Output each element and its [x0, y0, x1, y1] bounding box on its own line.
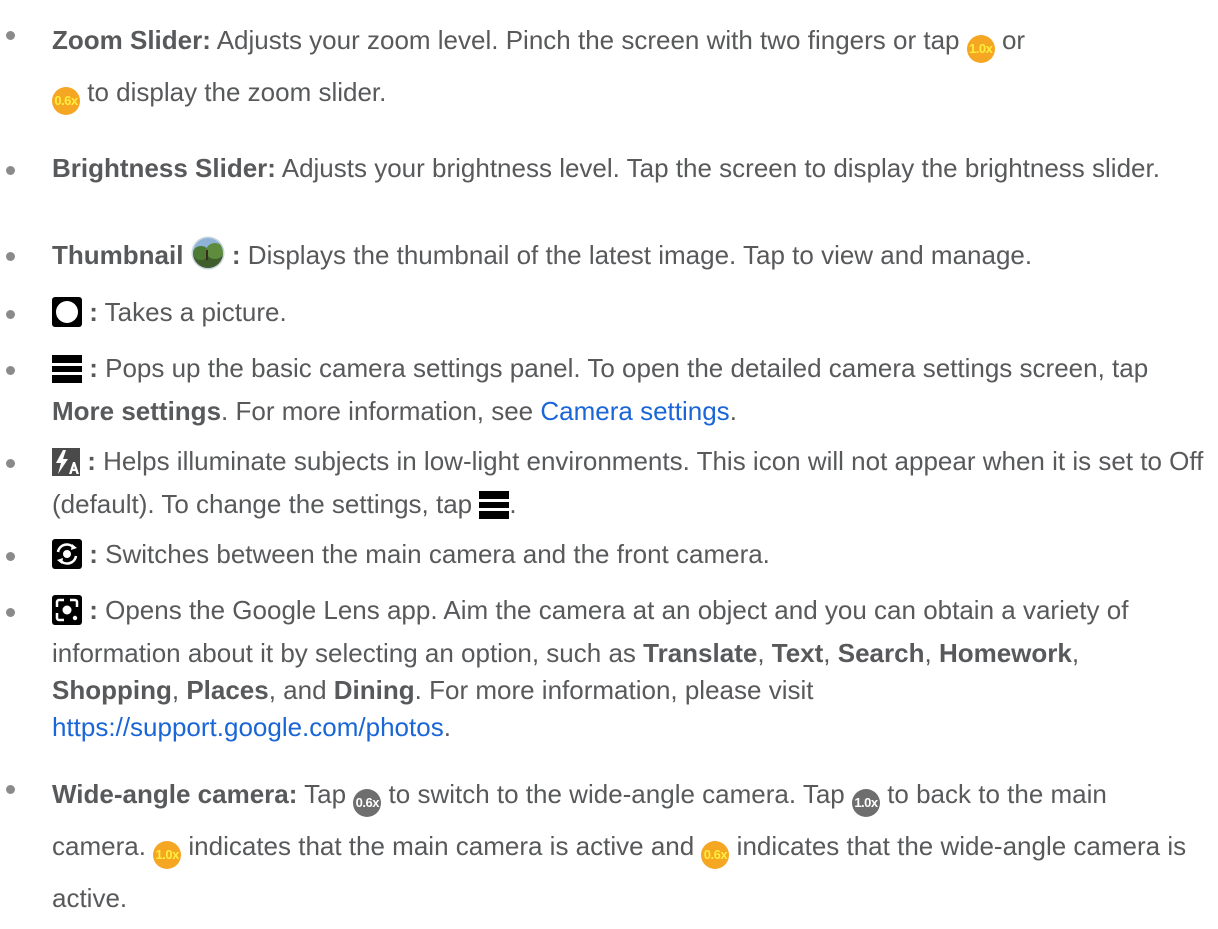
zoom-1x-badge: 1.0x — [966, 35, 995, 63]
switch-camera-icon — [52, 539, 82, 579]
thumbnail-photo-icon — [191, 236, 225, 280]
menu-icon — [52, 355, 82, 393]
item-title: Thumbnail — [52, 240, 184, 270]
zoom-0-6x-badge: 0.6x — [353, 789, 382, 817]
google-lens-icon — [52, 595, 82, 635]
menu-icon — [479, 491, 510, 529]
bullet — [6, 608, 15, 617]
item-title: Zoom Slider: — [52, 25, 211, 55]
bullet — [6, 252, 15, 261]
zoom-1x-badge: 1.0x — [851, 789, 880, 817]
bullet — [6, 785, 15, 794]
bullet — [6, 310, 15, 319]
bullet — [6, 459, 15, 468]
flash-auto-icon — [52, 448, 80, 486]
zoom-0-6x-badge: 0.6x — [52, 87, 80, 115]
camera-settings-link[interactable]: Camera settings — [540, 396, 729, 426]
zoom-0-6x-active-badge: 0.6x — [701, 841, 730, 869]
more-settings-label: More settings — [52, 396, 222, 426]
item-title: Brightness Slider: — [52, 153, 276, 183]
bullet — [6, 31, 15, 40]
item-title: Wide-angle camera: — [52, 779, 298, 809]
google-photos-support-link[interactable]: https://support.google.com/photos — [52, 712, 444, 742]
zoom-1x-active-badge: 1.0x — [153, 841, 182, 869]
shutter-icon — [52, 297, 82, 337]
bullet — [6, 166, 15, 175]
bullet — [6, 366, 15, 375]
bullet — [6, 552, 15, 561]
